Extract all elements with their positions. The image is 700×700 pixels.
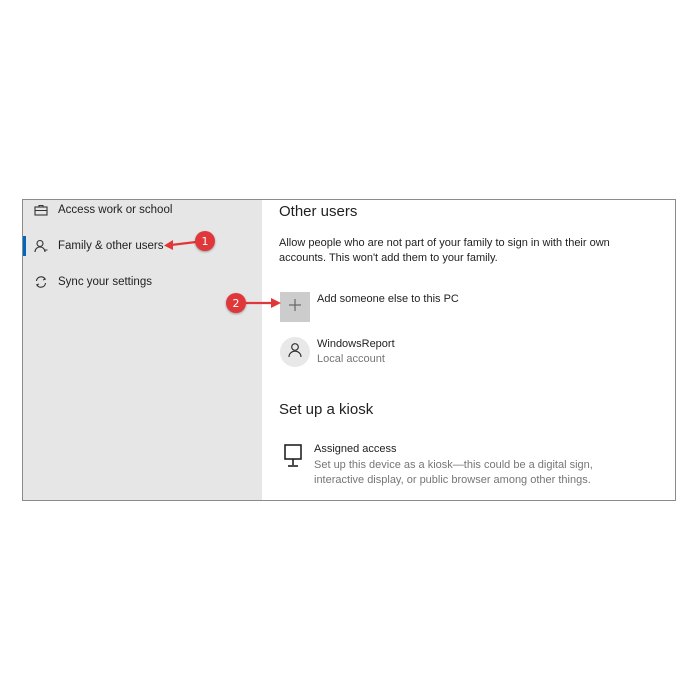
assigned-access-link[interactable]: Assigned access: [314, 443, 397, 455]
annotation-arrow-2: [246, 298, 281, 308]
section-title-other-users: Other users: [279, 203, 358, 220]
section-title-kiosk: Set up a kiosk: [279, 401, 374, 418]
sidebar-item-sync-your-settings[interactable]: Sync your settings: [23, 270, 262, 294]
main-content: Other users Allow people who are not par…: [262, 200, 675, 500]
add-user-label[interactable]: Add someone else to this PC: [317, 293, 459, 305]
briefcase-icon: [33, 202, 49, 218]
sidebar-item-access-work-or-school[interactable]: Access work or school: [23, 200, 262, 222]
sidebar-item-label: Family & other users: [58, 240, 164, 252]
plus-icon: [289, 298, 301, 316]
user-account-type: Local account: [317, 353, 385, 365]
sidebar: Access work or school Family & other use…: [23, 200, 262, 500]
other-users-description: Allow people who are not part of your fa…: [279, 237, 610, 264]
annotation-badge-1: 1: [195, 231, 215, 251]
sidebar-item-label: Access work or school: [58, 204, 173, 216]
sync-icon: [33, 274, 49, 290]
person-icon: [33, 238, 49, 254]
assigned-access-description: Set up this device as a kiosk—this could…: [314, 459, 593, 486]
sidebar-item-family-other-users[interactable]: Family & other users: [23, 234, 262, 258]
user-account-name[interactable]: WindowsReport: [317, 338, 395, 350]
settings-window: Access work or school Family & other use…: [22, 199, 676, 501]
annotation-badge-2: 2: [226, 293, 246, 313]
annotation-arrow-1: [164, 240, 197, 250]
add-user-button[interactable]: [280, 292, 310, 322]
kiosk-icon: [282, 443, 306, 469]
user-icon: [287, 342, 303, 363]
avatar[interactable]: [280, 337, 310, 367]
sidebar-item-label: Sync your settings: [58, 276, 152, 288]
active-indicator: [23, 236, 26, 256]
